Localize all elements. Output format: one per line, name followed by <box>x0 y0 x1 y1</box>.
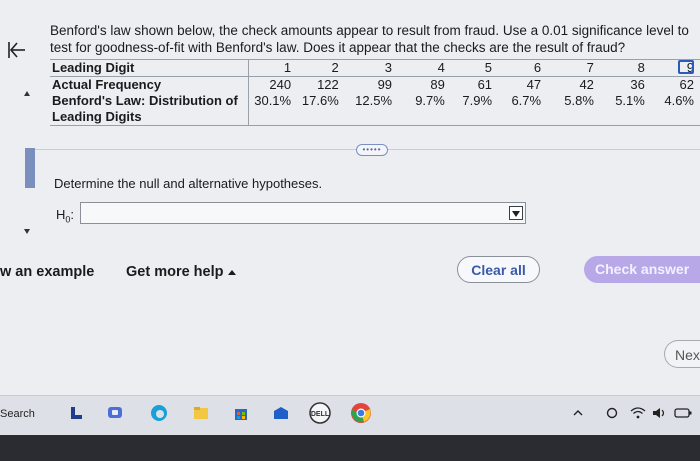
table-cell: 5 <box>450 59 499 77</box>
table-cell: 5.8% <box>564 93 594 108</box>
table-cell: 6.7% <box>511 93 542 108</box>
chevron-up-icon[interactable] <box>572 407 584 419</box>
svg-text:DELL: DELL <box>311 411 330 418</box>
table-cell <box>248 109 298 126</box>
row-label: Leading Digit <box>50 59 249 77</box>
copy-table-icon[interactable] <box>678 60 694 74</box>
table-row: Leading Digits <box>50 109 700 126</box>
scroll-thumb[interactable] <box>25 148 35 188</box>
h0-dropdown[interactable] <box>80 202 526 224</box>
h0-colon: : <box>70 207 75 222</box>
scroll-up-icon[interactable] <box>24 91 30 96</box>
table-cell: 7.9% <box>462 93 493 108</box>
taskbar-search[interactable]: Search <box>0 408 35 420</box>
expand-pill-icon[interactable]: ••••• <box>356 144 388 156</box>
chrome-icon[interactable] <box>350 402 372 424</box>
table-cell: 4.6% <box>664 93 694 108</box>
back-arrow-icon[interactable] <box>6 40 26 60</box>
volume-icon[interactable] <box>652 407 668 419</box>
table-cell: 42 <box>579 77 594 92</box>
table-cell: 8 <box>599 59 651 77</box>
table-cell: 17.6% <box>301 93 339 108</box>
table-cell: 3 <box>344 59 399 77</box>
h0-letter: H <box>56 207 66 222</box>
h0-label: H0: <box>56 207 74 225</box>
wifi-icon[interactable] <box>630 407 646 419</box>
table-cell: 4 <box>398 59 451 77</box>
benford-table: Leading Digit 1 2 3 4 5 6 7 8 9 Actual F… <box>50 59 700 126</box>
mail-icon[interactable] <box>272 404 290 422</box>
screen-bezel <box>0 435 700 461</box>
table-cell <box>297 109 700 126</box>
question-text: Benford's law shown below, the check amo… <box>50 23 689 55</box>
scroll-down-icon[interactable] <box>24 229 30 234</box>
table-cell: 6 <box>498 59 548 77</box>
table-cell: 7 <box>547 59 600 77</box>
check-answer-button[interactable]: Check answer <box>584 256 700 283</box>
file-explorer-icon[interactable] <box>192 404 210 422</box>
edge-icon[interactable] <box>150 404 168 422</box>
prompt-text: Determine the null and alternative hypot… <box>54 176 323 191</box>
screen: Benford's law shown below, the check amo… <box>0 0 700 395</box>
l-app-icon[interactable] <box>68 404 86 422</box>
table-cell: 62 <box>679 77 694 92</box>
table-cell: 5.1% <box>615 93 645 108</box>
help-label: Get more help <box>126 264 224 280</box>
next-button[interactable]: Nex <box>664 340 700 368</box>
table-cell: 61 <box>477 77 493 92</box>
chevron-down-icon[interactable] <box>509 206 523 220</box>
table-row: Leading Digit 1 2 3 4 5 6 7 8 9 <box>50 59 700 77</box>
battery-icon[interactable] <box>674 407 692 419</box>
store-icon[interactable] <box>232 404 250 422</box>
view-example-link[interactable]: w an example <box>0 264 94 280</box>
get-more-help-link[interactable]: Get more help <box>126 264 236 280</box>
table-cell: 122 <box>317 77 339 92</box>
table-cell: 1 <box>248 59 298 77</box>
caret-up-icon <box>227 269 236 275</box>
table-cell: 30.1% <box>248 93 298 109</box>
table-row: Benford's Law: Distribution of 30.1% 17.… <box>50 93 700 109</box>
table-row: Actual Frequency 240 122 99 89 61 47 42 … <box>50 76 700 93</box>
table-cell: 9.7% <box>415 93 445 108</box>
table-cell: 47 <box>526 77 542 92</box>
chat-icon[interactable] <box>106 404 124 422</box>
dell-icon[interactable]: DELL <box>308 402 332 424</box>
row-label: Leading Digits <box>50 109 249 126</box>
table-cell: 2 <box>297 59 345 77</box>
table-cell: 99 <box>377 77 393 92</box>
table-cell: 36 <box>630 77 645 92</box>
row-label: Benford's Law: Distribution of <box>52 93 238 108</box>
clear-all-button[interactable]: Clear all <box>457 256 540 283</box>
table-cell: 12.5% <box>355 93 393 108</box>
onedrive-icon[interactable] <box>606 407 618 419</box>
table-cell: 89 <box>430 77 445 92</box>
row-label: Actual Frequency <box>52 77 162 92</box>
table-cell: 240 <box>248 76 298 93</box>
